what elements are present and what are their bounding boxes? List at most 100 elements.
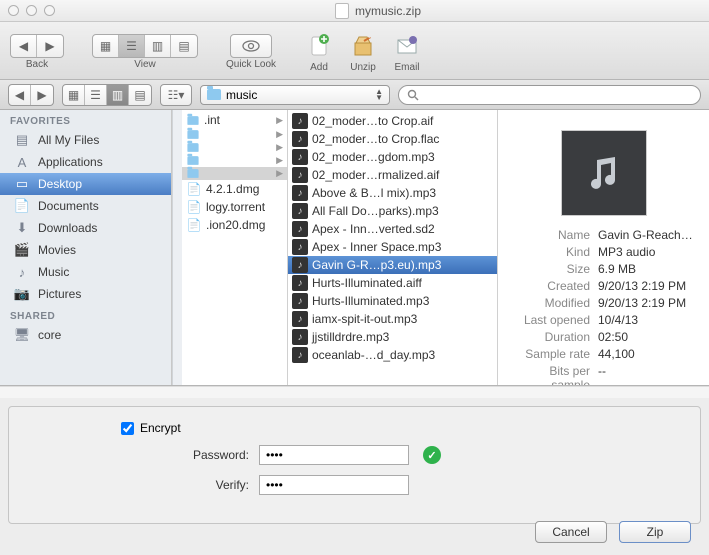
column2-row[interactable]: ♪Hurts-Illuminated.mp3 [288, 292, 497, 310]
music-icon: ♪ [14, 265, 30, 279]
password-field[interactable] [259, 445, 409, 465]
sidebar-item-core[interactable]: 🖥core [0, 324, 171, 346]
sidebar-item-desktop[interactable]: ▭Desktop [0, 173, 171, 195]
column2-row[interactable]: ♪02_moder…to Crop.aif [288, 112, 497, 130]
all-files-icon: ▤ [14, 133, 30, 147]
encrypt-label: Encrypt [140, 421, 181, 435]
music-note-icon [581, 150, 627, 196]
column2-row[interactable]: ♪02_moder…rmalized.aif [288, 166, 497, 184]
view-column-mode[interactable]: ▥ [145, 35, 171, 57]
encrypt-checkbox[interactable] [121, 422, 134, 435]
cancel-button[interactable]: Cancel [535, 521, 607, 543]
column2-row[interactable]: ♪Above & B…l mix).mp3 [288, 184, 497, 202]
sidebar-item-label: Downloads [38, 221, 97, 235]
column1-row[interactable]: ▶ [182, 154, 287, 167]
column2-row[interactable]: ♪Gavin G-R…p3.eu).mp3 [288, 256, 497, 274]
window-title: mymusic.zip [355, 4, 421, 18]
sidebar-item-downloads[interactable]: ⬇Downloads [0, 217, 171, 239]
folder-icon [207, 89, 221, 100]
column2-row[interactable]: ♪ Apex - Inner Space.mp3 [288, 238, 497, 256]
filename: 02_moder…to Crop.aif [312, 114, 433, 128]
column1-row[interactable]: 📄.ion20.dmg [182, 216, 287, 234]
column1-row[interactable]: ▶ [182, 141, 287, 154]
back-button[interactable]: ◀ [11, 35, 37, 57]
email-button[interactable] [392, 31, 422, 61]
preview-value: -- [598, 364, 697, 385]
unzip-button[interactable] [348, 31, 378, 61]
file-icon: 📄 [186, 199, 202, 215]
column1-row[interactable]: 📄 4.2.1.dmg [182, 180, 287, 198]
email-label: Email [395, 62, 420, 73]
zoom-window[interactable] [44, 5, 55, 16]
column2-row[interactable]: ♪Apex - Inn…verted.sd2 [288, 220, 497, 238]
sidebar-item-applications[interactable]: AApplications [0, 151, 171, 173]
column2-row[interactable]: ♪jjstilldrdre.mp3 [288, 328, 497, 346]
audio-file-icon: ♪ [292, 239, 308, 255]
sidebar-item-all-my-files[interactable]: ▤ All My Files [0, 129, 171, 151]
folder-icon [187, 156, 198, 165]
pv-column[interactable]: ▥ [107, 85, 129, 105]
pv-cover[interactable]: ▤ [129, 85, 151, 105]
column1-row[interactable]: 📄logy.torrent [182, 198, 287, 216]
pv-list[interactable]: ☰ [85, 85, 107, 105]
preview-value: Gavin G-Reach… [598, 228, 697, 242]
audio-file-icon: ♪ [292, 203, 308, 219]
column2-row[interactable]: ♪oceanlab-…d_day.mp3 [288, 346, 497, 364]
toolbar: ◀ ▶ Back ▦ ☰ ▥ ▤ View Quick Look Add Unz… [0, 22, 709, 80]
filename: Apex - Inn…verted.sd2 [312, 222, 435, 236]
sidebar-item-music[interactable]: ♪Music [0, 261, 171, 283]
search-field[interactable] [398, 85, 701, 105]
movies-icon: 🎬 [14, 243, 30, 257]
path-popup[interactable]: music ▲▼ [200, 85, 390, 105]
close-window[interactable] [8, 5, 19, 16]
preview-value: 9/20/13 2:19 PM [598, 279, 697, 293]
view-coverflow-mode[interactable]: ▤ [171, 35, 197, 57]
preview-value: MP3 audio [598, 245, 697, 259]
sidebar-item-label: All My Files [38, 133, 99, 147]
filename: 02_moder…to Crop.flac [312, 132, 439, 146]
forward-button[interactable]: ▶ [37, 35, 63, 57]
minimize-window[interactable] [26, 5, 37, 16]
pv-icon[interactable]: ▦ [63, 85, 85, 105]
back-label: Back [26, 59, 48, 70]
horizontal-scrollbar[interactable] [0, 386, 709, 398]
filename: Apex - Inner Space.mp3 [312, 240, 441, 254]
filename: 02_moder…rmalized.aif [312, 168, 439, 182]
document-icon [335, 3, 349, 19]
column2-row[interactable]: ♪All Fall Do…parks).mp3 [288, 202, 497, 220]
filename: 02_moder…gdom.mp3 [312, 150, 435, 164]
filename: 4.2.1.dmg [206, 182, 259, 196]
unzip-label: Unzip [350, 62, 376, 73]
column1-row[interactable]: ▶ [182, 128, 287, 141]
sidebar-item-movies[interactable]: 🎬Movies [0, 239, 171, 261]
search-icon [407, 89, 419, 101]
zip-button[interactable]: Zip [619, 521, 691, 543]
column2-row[interactable]: ♪ 02_moder…to Crop.flac [288, 130, 497, 148]
path-forward[interactable]: ▶ [31, 85, 53, 105]
add-button[interactable] [304, 31, 334, 61]
path-back[interactable]: ◀ [9, 85, 31, 105]
view-icon-mode[interactable]: ▦ [93, 35, 119, 57]
password-ok-icon: ✓ [423, 446, 441, 464]
column2-row[interactable]: ♪iamx-spit-it-out.mp3 [288, 310, 497, 328]
column2-row[interactable]: ♪Hurts-Illuminated.aiff [288, 274, 497, 292]
sidebar-item-label: Documents [38, 199, 99, 213]
sidebar-item-documents[interactable]: 📄Documents [0, 195, 171, 217]
verify-field[interactable] [259, 475, 409, 495]
column1-row[interactable]: .int▶ [182, 112, 287, 128]
column1-row[interactable]: ▶ [182, 167, 287, 180]
file-icon: 📄 [186, 181, 202, 197]
sidebar-item-pictures[interactable]: 📷Pictures [0, 283, 171, 305]
audio-file-icon: ♪ [292, 329, 308, 345]
view-list-mode[interactable]: ☰ [119, 35, 145, 57]
arrange-button[interactable]: ☷▾ [161, 85, 191, 105]
column2-row[interactable]: ♪02_moder…gdom.mp3 [288, 148, 497, 166]
sidebar-scrollbar[interactable] [172, 110, 182, 385]
search-input[interactable] [424, 88, 692, 102]
sidebar-item-label: Applications [38, 155, 103, 169]
audio-file-icon: ♪ [292, 131, 308, 147]
quicklook-button[interactable] [231, 35, 271, 57]
preview-key: Created [510, 279, 590, 293]
filename: .ion20.dmg [206, 218, 265, 232]
computer-icon: 🖥 [14, 328, 30, 342]
